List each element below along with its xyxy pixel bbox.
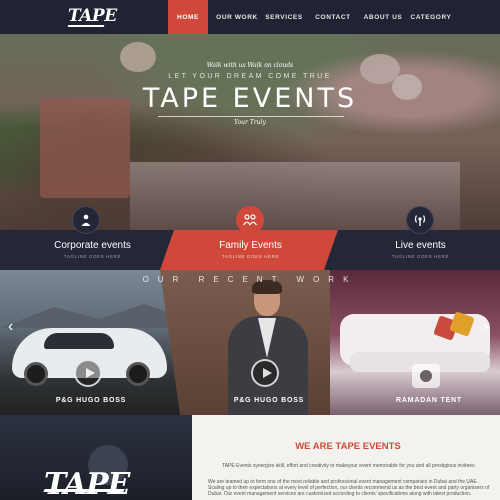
- recent-work-title: OUR RECENT WORK: [142, 275, 358, 284]
- hero-tagline: Walk with us Walk on clouds: [206, 62, 294, 69]
- service-title-corporate[interactable]: Corporate events: [20, 240, 165, 251]
- hero-subtitle: LET YOUR DREAM COME TRUE: [168, 73, 332, 80]
- work-item-2[interactable]: [160, 270, 350, 415]
- about-paragraph-2: We are teamed up to form one of the most…: [208, 479, 490, 498]
- about-image: TAPE: [0, 415, 192, 500]
- recent-work-section: P&G HUGO BOSS P&G HUGO BOSS RAMADAN TENT…: [0, 270, 500, 415]
- work-item-1[interactable]: [0, 270, 180, 415]
- service-tagline-corporate: TAGLINE GOES HERE: [63, 254, 122, 259]
- hero-byline: Your Truly: [234, 119, 266, 126]
- wheel-decor: [24, 362, 48, 386]
- work-item-3[interactable]: [330, 270, 500, 415]
- hero-divider: [158, 116, 344, 117]
- nav-our-work[interactable]: OUR WORK: [214, 0, 260, 34]
- service-title-family[interactable]: Family Events: [178, 240, 323, 251]
- about-logo-underline: [43, 489, 125, 492]
- play-icon[interactable]: [251, 359, 279, 387]
- work-caption-1: P&G HUGO BOSS: [55, 397, 127, 404]
- logo-underline: [67, 25, 105, 27]
- nav-home[interactable]: HOME: [168, 0, 208, 34]
- about-title: WE ARE TAPE EVENTS: [295, 441, 401, 452]
- top-navbar: TAPE HOME OUR WORK SERVICES CONTACT ABOU…: [0, 0, 500, 34]
- car-window: [44, 333, 114, 349]
- broadcast-icon: [406, 206, 434, 234]
- service-title-live[interactable]: Live events: [348, 240, 493, 251]
- carousel-prev-icon[interactable]: ‹: [8, 318, 13, 336]
- about-paragraph-1: TAPE Events synergize skill, effort and …: [222, 463, 476, 469]
- nav-services[interactable]: SERVICES: [264, 0, 304, 34]
- about-logo: TAPE: [44, 467, 130, 500]
- hero-title: TAPE EVENTS: [142, 83, 358, 114]
- service-tagline-family: TAGLINE GOES HERE: [221, 254, 280, 259]
- nav-about-us[interactable]: ABOUT US: [362, 0, 404, 34]
- work-caption-2: P&G HUGO BOSS: [233, 397, 305, 404]
- work-caption-3: RAMADAN TENT: [396, 397, 462, 404]
- mountain-decor: [0, 304, 180, 328]
- service-tagline-live: TAGLINE GOES HERE: [391, 254, 450, 259]
- play-icon[interactable]: [74, 359, 102, 387]
- presenter-icon: [72, 206, 100, 234]
- nav-contact[interactable]: CONTACT: [312, 0, 354, 34]
- wheel-decor: [126, 362, 150, 386]
- carousel-next-icon[interactable]: ›: [483, 318, 488, 336]
- camera-icon[interactable]: [412, 364, 440, 388]
- nav-category[interactable]: CATEGORY: [410, 0, 452, 34]
- site-logo[interactable]: TAPE: [68, 6, 117, 26]
- family-icon: [236, 206, 264, 234]
